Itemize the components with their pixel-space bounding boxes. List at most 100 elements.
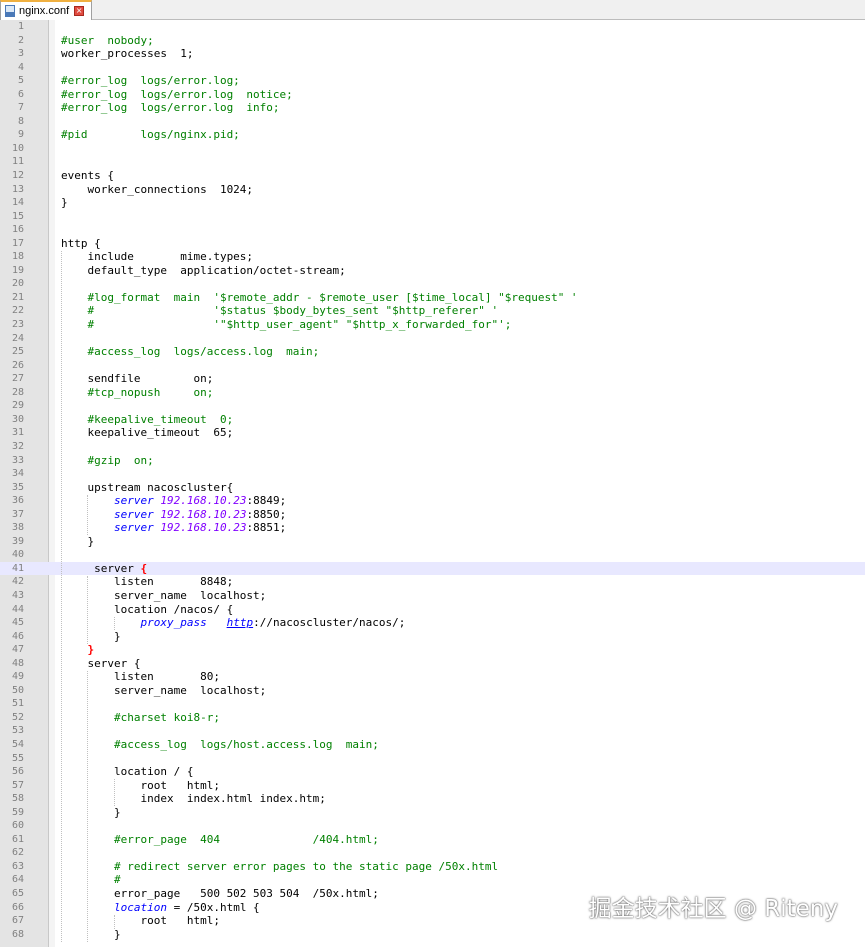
code-token: server_name localhost; (61, 588, 267, 602)
code-token: #charset koi8-r; (61, 710, 220, 724)
code-line[interactable]: 11 (0, 155, 865, 169)
code-line[interactable]: 15 (0, 210, 865, 224)
code-line[interactable]: 26 (0, 359, 865, 373)
code-line[interactable]: 62 (0, 846, 865, 860)
code-line[interactable]: 59 } (0, 806, 865, 820)
code-line[interactable]: 5 #error_log logs/error.log; (0, 74, 865, 88)
code-line[interactable]: 2 #user nobody; (0, 34, 865, 48)
code-line[interactable]: 13 worker_connections 1024; (0, 183, 865, 197)
code-editor[interactable]: 1 2 #user nobody; 3 worker_processes 1; 4 5 #er… (0, 20, 865, 947)
code-line[interactable]: 23 # '"$http_user_agent" "$http_x_forwar… (0, 318, 865, 332)
line-number: 60 (11, 820, 24, 832)
code-token: root html; (61, 914, 220, 928)
code-line[interactable]: 48 server { (0, 657, 865, 671)
line-number: 45 (11, 617, 24, 629)
code-line[interactable]: 9 #pid logs/nginx.pid; (0, 128, 865, 142)
code-line[interactable]: 52 #charset koi8-r; (0, 711, 865, 725)
code-line[interactable]: 27 sendfile on; (0, 372, 865, 386)
code-line[interactable]: 19 default_type application/octet-stream… (0, 264, 865, 278)
code-line[interactable]: 25 #access_log logs/access.log main; (0, 345, 865, 359)
code-token: #error_log logs/error.log; (61, 74, 240, 88)
code-line[interactable]: 6 #error_log logs/error.log notice; (0, 88, 865, 102)
code-line[interactable]: 32 (0, 440, 865, 454)
code-line[interactable]: 49 listen 80; (0, 670, 865, 684)
code-line[interactable]: 51 (0, 697, 865, 711)
code-line[interactable]: 33 #gzip on; (0, 454, 865, 468)
tab-nginx-conf[interactable]: nginx.conf × (0, 0, 92, 20)
line-code: location / { (61, 765, 193, 779)
line-code: server 192.168.10.23:8851; (61, 521, 286, 535)
line-code: #pid logs/nginx.pid; (61, 128, 240, 142)
code-line[interactable]: 36 server 192.168.10.23:8849; (0, 494, 865, 508)
line-code: server 192.168.10.23:8849; (61, 494, 286, 508)
code-line[interactable]: 39 } (0, 535, 865, 549)
code-line[interactable]: 40 (0, 548, 865, 562)
line-code: } (61, 630, 121, 644)
code-line[interactable]: 42 listen 8848; (0, 575, 865, 589)
code-line[interactable]: 45 proxy_pass http://nacoscluster/nacos/… (0, 616, 865, 630)
code-line[interactable]: 55 (0, 752, 865, 766)
code-line[interactable]: 53 (0, 724, 865, 738)
code-line[interactable]: 8 (0, 115, 865, 129)
code-line[interactable]: 21 #log_format main '$remote_addr - $rem… (0, 291, 865, 305)
code-token: 192.168.10.23 (160, 494, 247, 508)
code-line[interactable]: 31 keepalive_timeout 65; (0, 426, 865, 440)
code-line[interactable]: 68 } (0, 928, 865, 942)
code-line[interactable]: 57 root html; (0, 779, 865, 793)
code-line[interactable]: 60 (0, 819, 865, 833)
indent-guide (113, 616, 115, 631)
line-code: http { (61, 237, 101, 251)
code-line[interactable]: 47 } (0, 643, 865, 657)
line-number: 63 (11, 860, 24, 872)
code-line[interactable]: 1 (0, 20, 865, 34)
indent-guide (87, 670, 89, 943)
line-number: 49 (11, 671, 24, 683)
code-line[interactable]: 63 # redirect server error pages to the … (0, 860, 865, 874)
line-number: 3 (17, 48, 24, 60)
code-line[interactable]: 22 # '$status $body_bytes_sent "$http_re… (0, 304, 865, 318)
line-number: 48 (11, 657, 24, 669)
code-token: :8851; (246, 521, 287, 535)
code-line[interactable]: 41 server { (0, 561, 865, 576)
code-line[interactable]: 56 location / { (0, 765, 865, 779)
line-number: 1 (17, 21, 24, 32)
code-line[interactable]: 7 #error_log logs/error.log info; (0, 101, 865, 115)
code-line[interactable]: 43 server_name localhost; (0, 589, 865, 603)
code-line[interactable]: 46 } (0, 630, 865, 644)
code-line[interactable]: 35 upstream nacoscluster{ (0, 481, 865, 495)
line-number: 26 (11, 359, 24, 371)
code-line[interactable]: 16 (0, 223, 865, 237)
code-line[interactable]: 3 worker_processes 1; (0, 47, 865, 61)
code-line[interactable]: 37 server 192.168.10.23:8850; (0, 508, 865, 522)
close-icon[interactable]: × (74, 6, 85, 16)
code-token: :8849; (246, 494, 287, 508)
code-line[interactable]: 58 index index.html index.htm; (0, 792, 865, 806)
line-code: #error_log logs/error.log info; (61, 101, 280, 115)
code-line[interactable]: 29 (0, 399, 865, 413)
line-number: 31 (11, 427, 24, 439)
code-line[interactable]: 64 # (0, 873, 865, 887)
code-line[interactable]: 24 (0, 332, 865, 346)
code-line[interactable]: 10 (0, 142, 865, 156)
code-line[interactable]: 12 events { (0, 169, 865, 183)
code-line[interactable]: 28 #tcp_nopush on; (0, 386, 865, 400)
code-line[interactable]: 17 http { (0, 237, 865, 251)
indent-guide (113, 779, 115, 807)
code-token: worker_processes 1; (61, 47, 194, 61)
line-number: 16 (11, 224, 24, 236)
code-line[interactable]: 14} (0, 196, 865, 210)
code-line[interactable]: 54 #access_log logs/host.access.log main… (0, 738, 865, 752)
code-line[interactable]: 50 server_name localhost; (0, 684, 865, 698)
code-line[interactable]: 20 (0, 277, 865, 291)
code-line[interactable]: 34 (0, 467, 865, 481)
line-number: 50 (11, 684, 24, 696)
code-line[interactable]: 61 #error_page 404 /404.html; (0, 833, 865, 847)
line-number: 37 (11, 508, 24, 520)
code-line[interactable]: 18 include mime.types; (0, 250, 865, 264)
line-code: error_page 500 502 503 504 /50x.html; (61, 887, 379, 901)
code-line[interactable]: 44 location /nacos/ { (0, 603, 865, 617)
code-line[interactable]: 38 server 192.168.10.23:8851; (0, 521, 865, 535)
code-line[interactable]: 30 #keepalive_timeout 0; (0, 413, 865, 427)
code-line[interactable]: 4 (0, 61, 865, 75)
